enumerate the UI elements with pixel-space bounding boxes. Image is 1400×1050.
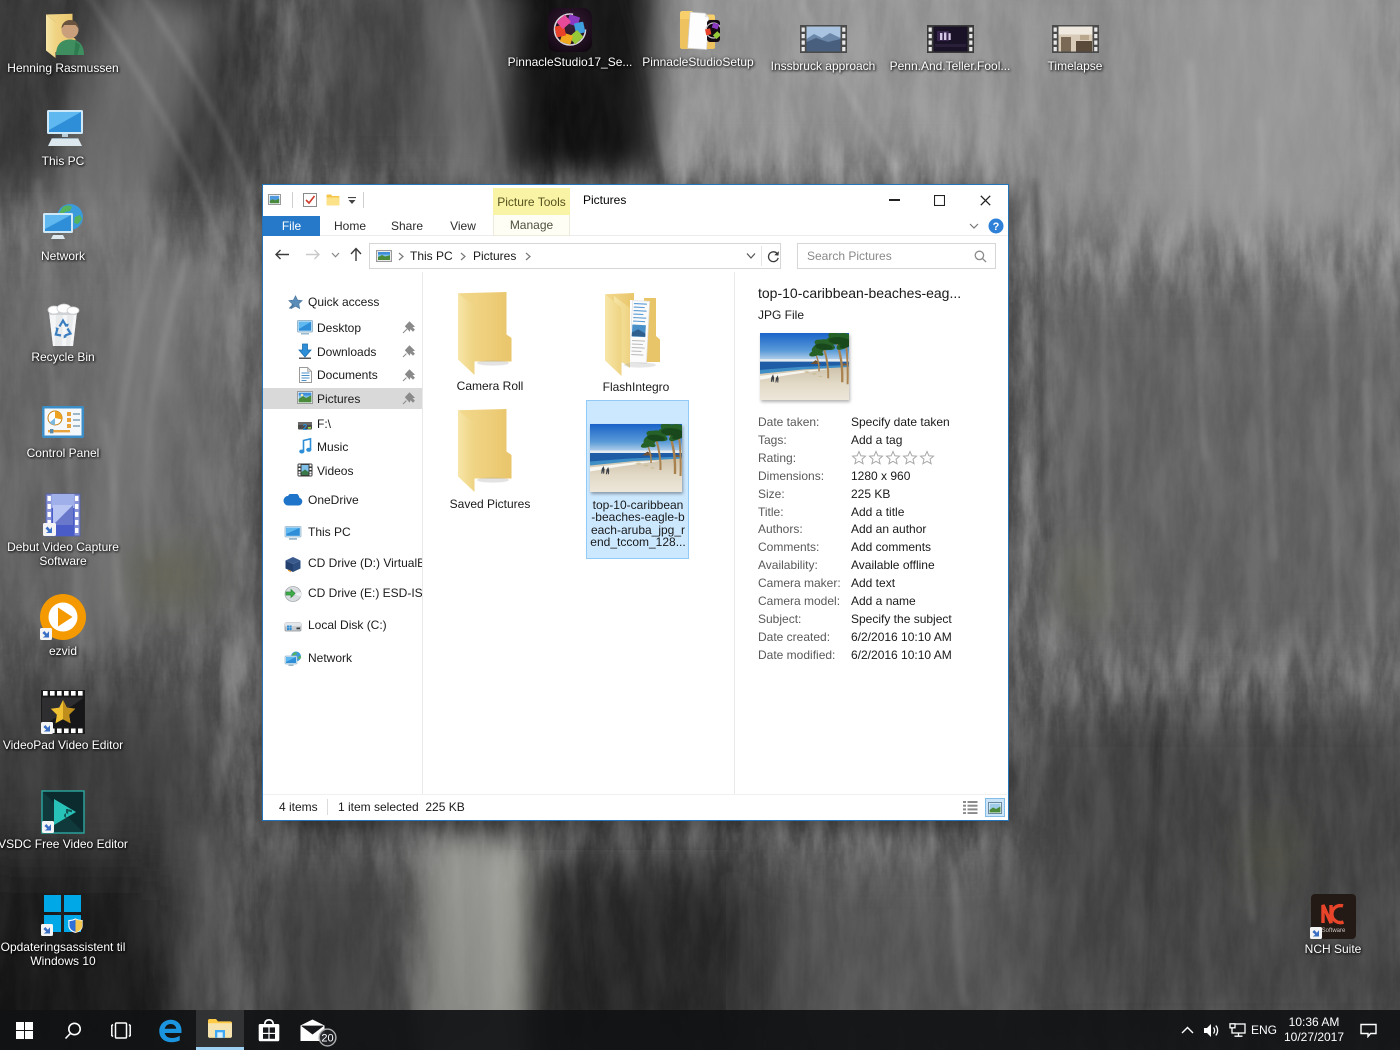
svg-text:2: 2 [303, 423, 308, 432]
svg-text:Software: Software [1321, 928, 1345, 934]
svg-text:20: 20 [321, 1032, 333, 1044]
svg-text:?: ? [993, 221, 1000, 233]
